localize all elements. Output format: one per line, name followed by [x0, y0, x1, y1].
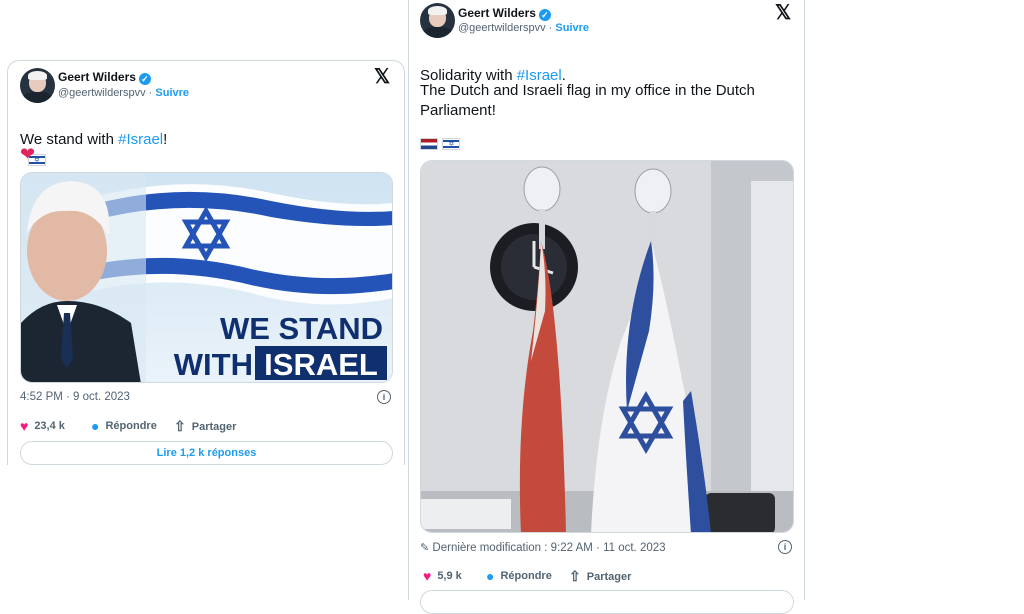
image-artwork: WE STAND WITH ISRAEL — [21, 173, 392, 382]
reply-button[interactable]: ● Répondre — [91, 418, 157, 434]
avatar[interactable] — [420, 3, 455, 38]
israel-flag-emoji: ✡ — [442, 137, 461, 150]
follow-button[interactable]: Suivre — [155, 87, 189, 99]
like-count: 5,9 k — [437, 570, 462, 582]
heart-icon: ♥ — [20, 418, 29, 434]
flag-emojis: ✡ — [420, 135, 461, 153]
hashtag-link[interactable]: #Israel — [118, 131, 163, 148]
tweet-text-body: The Dutch and Israeli flag in my office … — [420, 82, 755, 119]
author-name[interactable]: Geert Wilders ✓ — [458, 6, 551, 21]
read-replies-button[interactable]: Lire 1,2 k réponses — [20, 441, 393, 465]
like-button[interactable]: ♥ 5,9 k — [423, 568, 462, 584]
x-logo-icon[interactable]: 𝕏 — [775, 0, 791, 25]
share-button[interactable]: ⇧ Partager — [174, 418, 236, 435]
tweet-card-2: Geert Wilders ✓ @geertwilderspvv · Suivre… — [408, 0, 805, 614]
reply-bubble-icon: ● — [91, 418, 100, 434]
share-icon: ⇧ — [569, 568, 581, 584]
author-handle-line: @geertwilderspvv · Suivre — [58, 87, 190, 99]
info-icon[interactable]: i — [377, 390, 391, 404]
timestamp[interactable]: 4:52 PM · 9 oct. 2023 — [20, 391, 130, 403]
avatar[interactable] — [20, 68, 55, 103]
pencil-icon: ✎ — [420, 542, 430, 554]
image-headline-line2a: WITH — [174, 347, 253, 382]
share-button[interactable]: ⇧ Partager — [569, 568, 631, 585]
reply-bubble-icon: ● — [486, 568, 495, 584]
tweet-image-flags-office[interactable] — [420, 160, 794, 533]
like-count: 23,4 k — [34, 420, 65, 432]
edited-timestamp[interactable]: ✎ Dernière modification : 9:22 AM · 11 o… — [420, 541, 666, 554]
tweet-text-line1: Solidarity with #Israel. — [420, 67, 566, 84]
reply-button[interactable]: ● Répondre — [486, 568, 552, 584]
netherlands-flag-emoji — [420, 137, 438, 150]
author-name[interactable]: Geert Wilders ✓ — [58, 70, 151, 85]
author-handle[interactable]: @geertwilderspvv — [458, 22, 546, 34]
tweet-text: We stand with #Israel! ✡ — [20, 131, 168, 167]
tweet-card-1: Geert Wilders ✓ @geertwilderspvv · Suivre… — [7, 60, 405, 465]
tweet-image-we-stand-with-israel[interactable]: WE STAND WITH ISRAEL — [20, 172, 393, 383]
heart-icon: ♥ — [423, 568, 432, 584]
author-handle[interactable]: @geertwilderspvv — [58, 87, 146, 99]
image-photo — [421, 161, 793, 532]
info-icon[interactable]: i — [778, 540, 792, 554]
red-heart-emoji: ❤ — [20, 144, 36, 164]
verified-badge-icon: ✓ — [538, 9, 551, 21]
share-icon: ⇧ — [174, 418, 186, 434]
image-headline-line1: WE STAND — [220, 311, 383, 346]
author-handle-line: @geertwilderspvv · Suivre — [458, 22, 590, 34]
image-headline-line2b: ISRAEL — [264, 347, 378, 382]
x-logo-icon[interactable]: 𝕏 — [374, 64, 390, 89]
like-button[interactable]: ♥ 23,4 k — [20, 418, 65, 434]
follow-button[interactable]: Suivre — [555, 22, 589, 34]
read-replies-button-partial[interactable] — [420, 590, 794, 614]
verified-badge-icon: ✓ — [138, 73, 151, 85]
